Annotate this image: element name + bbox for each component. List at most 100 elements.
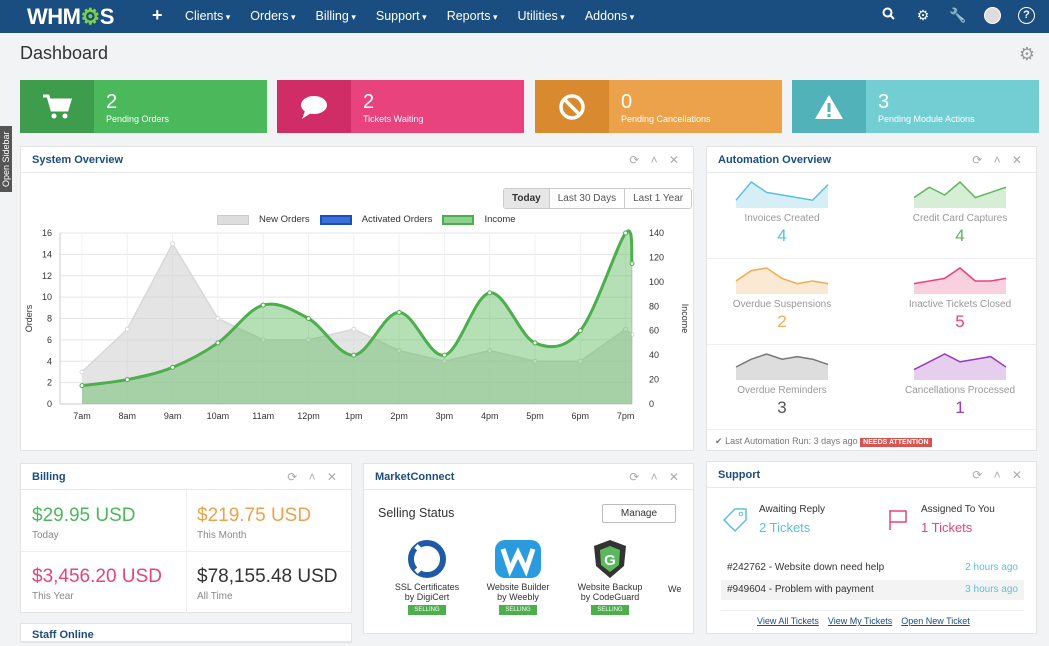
page-title: Dashboard [20,43,109,63]
y2-tick-label: 140 [649,228,664,238]
range-1-year-button[interactable]: Last 1 Year [625,189,691,208]
gears-icon[interactable]: ⚙ [914,7,932,24]
search-icon[interactable] [879,7,897,24]
awaiting-reply-count[interactable]: 2 Tickets [759,520,810,535]
dashboard-settings-gear-icon[interactable]: ⚙ [1019,44,1035,65]
y2-tick-label: 120 [649,252,664,262]
wrench-icon[interactable]: 🔧 [949,7,967,24]
ticket-row[interactable]: #949604 - Problem with payment 3 hours a… [721,580,1024,600]
help-icon[interactable]: ? [1018,7,1035,24]
data-point [215,340,221,346]
range-30-days-button[interactable]: Last 30 Days [550,189,626,208]
open-sidebar-tab[interactable]: Open Sidebar [0,126,12,192]
ban-icon [535,80,609,133]
view-my-tickets-link[interactable]: View My Tickets [828,616,892,626]
automation-value: 1 [955,398,965,417]
staff-online-panel: Staff Online [20,623,352,643]
nav-orders[interactable]: Orders [250,9,295,23]
data-point [396,309,402,315]
support-panel: Support ⟳ ˄ ✕ Awaiting Reply 2 Tickets A… [706,461,1037,634]
billing-year-amount: $3,456.20 USD [32,566,162,587]
panel-header: Billing ⟳ ˄ ✕ [21,464,351,490]
manage-button[interactable]: Manage [602,504,676,523]
legend-activated-orders: Activated Orders [361,214,433,225]
nav-addons[interactable]: Addons [585,9,634,23]
data-point [124,326,130,332]
panel-controls[interactable]: ⟳ ˄ ✕ [972,462,1026,488]
automation-last-run: ✔ Last Automation Run: 3 days ago NEEDS … [715,436,932,447]
legend-swatch-income [442,214,475,225]
panel-controls[interactable]: ⟳ ˄ ✕ [287,464,341,490]
data-point [79,383,85,389]
panel-title: System Overview [32,154,124,166]
data-point [351,352,357,358]
top-icons: ⚙ 🔧 ? [879,7,1035,24]
panel-header: Support ⟳ ˄ ✕ [707,462,1036,488]
nav-reports[interactable]: Reports [447,9,498,23]
product-name: Website Builder [486,582,550,592]
sparkline-area [736,354,828,380]
panel-controls[interactable]: ⟳ ˄ ✕ [629,147,683,173]
y-tick-label: 16 [42,228,52,238]
panel-title: Staff Online [32,629,94,641]
tag-icon [722,508,747,533]
product-codeguard[interactable]: G Website Backup by CodeGuard SELLING [565,538,655,615]
product-vendor: by Weebly [497,592,539,602]
automation-item-cc-captures: Credit Card Captures 4 [882,213,1038,246]
automation-value: 3 [777,398,787,417]
x-tick-label: 7pm [617,411,635,421]
assigned-to-you-count[interactable]: 1 Tickets [921,520,972,535]
stat-label: Pending Orders [106,114,170,124]
automation-item-invoices: Invoices Created 4 [704,213,860,246]
billing-alltime-label: All Time [197,591,233,602]
nav-support[interactable]: Support [376,9,427,23]
x-tick-label: 8am [119,411,137,421]
chart-legend: New Orders Activated Orders Income [217,214,516,225]
data-point [215,316,221,321]
x-tick-label: 5pm [526,411,544,421]
automation-item-cancellations: Cancellations Processed 1 [882,385,1038,418]
y-tick-label: 2 [47,378,52,388]
svg-text:G: G [604,552,616,569]
view-all-tickets-link[interactable]: View All Tickets [757,616,819,626]
y2-tick-label: 40 [649,350,659,360]
stat-pending-orders[interactable]: 2 Pending Orders [20,80,267,133]
automation-item-overdue-reminders: Overdue Reminders 3 [704,385,860,418]
y-tick-label: 8 [47,314,52,324]
product-name: SSL Certificates [394,582,460,592]
cart-icon [20,80,94,133]
data-point [441,352,447,358]
codeguard-shield-icon: G [594,540,626,578]
open-new-ticket-link[interactable]: Open New Ticket [901,616,970,626]
nav-clients[interactable]: Clients [185,9,230,23]
sparkline-area [914,182,1006,208]
system-overview-chart: 0 2 4 6 8 10 12 14 16 0 20 40 60 80 100 120 140 7am 8am 9am… [24,228,690,421]
range-today-button[interactable]: Today [504,189,550,208]
data-point [487,290,493,296]
stat-value: 3 [878,91,890,113]
nav-utilities[interactable]: Utilities [518,9,565,23]
ticket-subject: #242762 - Website down need help [727,562,885,573]
stat-label: Pending Cancellations [621,114,711,124]
selling-status-label: Selling Status [378,506,455,520]
y2-tick-label: 100 [649,277,664,287]
stat-value: 2 [106,91,118,113]
ticket-row[interactable]: #242762 - Website down need help 2 hours… [721,558,1024,578]
nav-billing[interactable]: Billing [315,9,355,23]
stat-label: Tickets Waiting [363,114,424,124]
add-new-icon[interactable]: + [152,5,163,26]
stat-pending-cancellations[interactable]: 0 Pending Cancellations [535,80,782,133]
product-weebly[interactable]: Website Builder by Weebly SELLING [473,538,563,615]
ticket-time: 2 hours ago [965,562,1018,573]
data-point [124,377,130,383]
stat-tickets-waiting[interactable]: 2 Tickets Waiting [277,80,524,133]
product-ssl[interactable]: SSL Certificates by DigiCert SELLING [382,538,472,615]
user-avatar-icon[interactable] [984,7,1001,24]
panel-controls[interactable]: ⟳ ˄ ✕ [629,464,683,490]
stat-pending-module-actions[interactable]: 3 Pending Module Actions [792,80,1039,133]
check-circle-icon: ✔ [715,436,723,446]
x-tick-label: 1pm [345,411,363,421]
top-navbar: WHM⚙S + Clients Orders Billing Support R… [0,0,1049,33]
whmcs-logo[interactable]: WHM⚙S [27,4,114,30]
data-point [532,340,538,346]
